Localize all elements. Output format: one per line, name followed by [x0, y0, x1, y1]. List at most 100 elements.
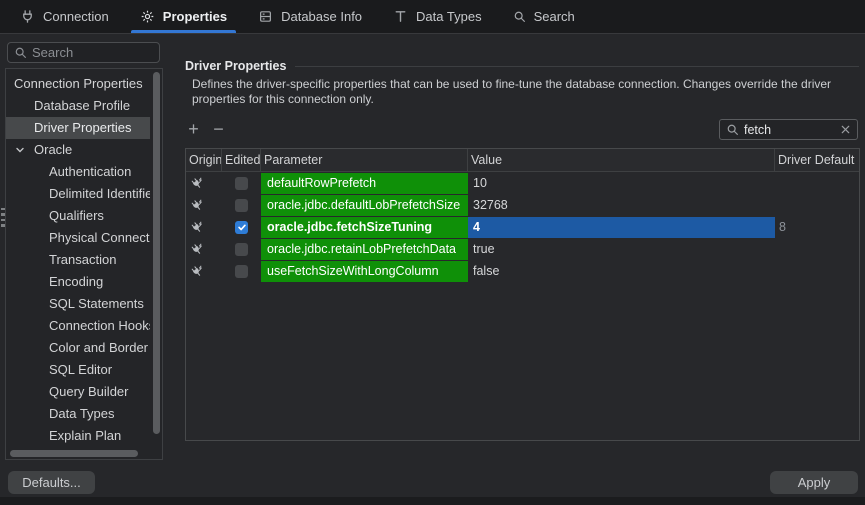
apply-button[interactable]: Apply — [770, 471, 858, 494]
column-header-value[interactable]: Value — [468, 149, 775, 171]
tab-properties[interactable]: Properties — [138, 0, 229, 33]
sidebar-item-physical-connection[interactable]: Physical Connection — [6, 227, 150, 249]
edited-checkbox[interactable] — [235, 243, 248, 256]
table-row[interactable]: useFetchSizeWithLongColumnfalse — [186, 260, 859, 282]
parameter-value: true — [468, 242, 495, 256]
table-row[interactable]: oracle.jdbc.retainLobPrefetchDatatrue — [186, 238, 859, 260]
tab-database-info[interactable]: Database Info — [256, 0, 364, 33]
gear-icon — [140, 9, 155, 24]
sidebar-item-encoding[interactable]: Encoding — [6, 271, 150, 293]
properties-tree: Connection PropertiesDatabase ProfileDri… — [5, 68, 163, 460]
table-row[interactable]: oracle.jdbc.defaultLobPrefetchSize32768 — [186, 194, 859, 216]
tab-label: Database Info — [281, 9, 362, 24]
edited-cell — [222, 260, 261, 282]
tab-label: Search — [534, 9, 575, 24]
sidebar-item-label: Driver Properties — [34, 117, 132, 139]
sidebar-item-label: Encoding — [49, 271, 103, 293]
sidebar-search-input[interactable] — [32, 45, 153, 60]
tree-vertical-scrollbar[interactable] — [153, 72, 160, 434]
sidebar-item-explain-plan[interactable]: Explain Plan — [6, 425, 150, 447]
add-property-button[interactable]: + — [186, 119, 201, 139]
value-cell[interactable]: true — [468, 238, 775, 260]
edited-checkbox[interactable] — [235, 199, 248, 212]
sidebar-item-authentication[interactable]: Authentication — [6, 161, 150, 183]
sidebar-item-driver-properties[interactable]: Driver Properties — [6, 117, 150, 139]
driver-properties-table: OriginEditedParameterValueDriver Default… — [185, 148, 860, 441]
value-cell[interactable]: 4 — [468, 216, 775, 238]
sidebar-item-color-and-border[interactable]: Color and Border — [6, 337, 150, 359]
table-row[interactable]: oracle.jdbc.fetchSizeTuning48 — [186, 216, 859, 238]
filter-box — [719, 119, 858, 140]
parameter-cell[interactable]: oracle.jdbc.fetchSizeTuning — [261, 216, 468, 238]
chevron-down-icon[interactable] — [15, 145, 25, 155]
sidebar-item-delimited-identifiers[interactable]: Delimited Identifiers — [6, 183, 150, 205]
value-cell[interactable]: false — [468, 260, 775, 282]
tree-horizontal-scrollbar[interactable] — [10, 450, 150, 457]
window-bottom-edge — [0, 497, 865, 505]
sidebar-item-label: Oracle — [34, 139, 72, 161]
sidebar-item-oracle[interactable]: Oracle — [6, 139, 150, 161]
edited-cell — [222, 238, 261, 260]
column-header-origin[interactable]: Origin — [186, 149, 222, 171]
tab-bar: Connection Properties Database Info Data Ty… — [0, 0, 865, 34]
edited-checkbox[interactable] — [235, 265, 248, 278]
sidebar-item-label: Connection Hooks — [49, 315, 150, 337]
defaults-button[interactable]: Defaults... — [8, 471, 95, 494]
sidebar-item-transaction[interactable]: Transaction — [6, 249, 150, 271]
parameter-value: 10 — [468, 176, 487, 190]
driver-default-cell — [775, 194, 859, 216]
tab-data-types[interactable]: Data Types — [391, 0, 484, 33]
plug-spark-icon — [190, 265, 203, 278]
plug-spark-icon — [190, 199, 203, 212]
edited-checkbox[interactable] — [235, 221, 248, 234]
remove-property-button[interactable]: − — [211, 119, 226, 139]
plug-spark-icon — [190, 177, 203, 190]
parameter-name: oracle.jdbc.fetchSizeTuning — [261, 217, 468, 238]
type-icon — [393, 9, 408, 24]
value-cell[interactable]: 32768 — [468, 194, 775, 216]
sidebar-item-label: SQL Editor — [49, 359, 112, 381]
sidebar-item-query-builder[interactable]: Query Builder — [6, 381, 150, 403]
sidebar-item-sql-editor[interactable]: SQL Editor — [6, 359, 150, 381]
parameter-name: oracle.jdbc.defaultLobPrefetchSize — [261, 195, 468, 216]
sidebar-item-database-profile[interactable]: Database Profile — [6, 95, 150, 117]
origin-cell — [186, 216, 222, 238]
plug-spark-icon — [190, 221, 203, 234]
parameter-cell[interactable]: oracle.jdbc.defaultLobPrefetchSize — [261, 194, 468, 216]
sidebar-item-label: SQL Statements — [49, 293, 144, 315]
origin-cell — [186, 238, 222, 260]
parameter-value: 4 — [468, 217, 775, 238]
sidebar-item-qualifiers[interactable]: Qualifiers — [6, 205, 150, 227]
parameter-cell[interactable]: useFetchSizeWithLongColumn — [261, 260, 468, 282]
parameter-value: 32768 — [468, 198, 508, 212]
sidebar-item-label: Authentication — [49, 161, 131, 183]
sidebar-item-label: Database Profile — [34, 95, 130, 117]
plug-spark-icon — [190, 243, 203, 256]
table-row[interactable]: defaultRowPrefetch10 — [186, 172, 859, 194]
sidebar-item-connection-properties[interactable]: Connection Properties — [6, 73, 150, 95]
sidebar-item-sql-statements[interactable]: SQL Statements — [6, 293, 150, 315]
tab-search[interactable]: Search — [511, 0, 577, 33]
column-header-parameter[interactable]: Parameter — [261, 149, 468, 171]
sidebar-item-label: Data Types — [49, 403, 115, 425]
origin-cell — [186, 194, 222, 216]
filter-input[interactable] — [744, 123, 835, 137]
sidebar-item-data-types[interactable]: Data Types — [6, 403, 150, 425]
table-toolbar: + − — [186, 119, 226, 139]
column-header-driver-default[interactable]: Driver Default — [775, 149, 859, 171]
value-cell[interactable]: 10 — [468, 172, 775, 194]
sidebar-item-label: Transaction — [49, 249, 116, 271]
close-icon[interactable] — [840, 124, 851, 135]
parameter-name: oracle.jdbc.retainLobPrefetchData — [261, 239, 468, 260]
table-header: OriginEditedParameterValueDriver Default — [186, 149, 859, 172]
edited-checkbox[interactable] — [235, 177, 248, 190]
search-icon — [726, 123, 739, 136]
parameter-cell[interactable]: defaultRowPrefetch — [261, 172, 468, 194]
column-header-edited[interactable]: Edited — [222, 149, 261, 171]
sidebar-item-connection-hooks[interactable]: Connection Hooks — [6, 315, 150, 337]
parameter-cell[interactable]: oracle.jdbc.retainLobPrefetchData — [261, 238, 468, 260]
tab-connection[interactable]: Connection — [18, 0, 111, 33]
sidebar-item-label: Delimited Identifiers — [49, 183, 150, 205]
parameter-value: false — [468, 264, 499, 278]
tab-label: Connection — [43, 9, 109, 24]
